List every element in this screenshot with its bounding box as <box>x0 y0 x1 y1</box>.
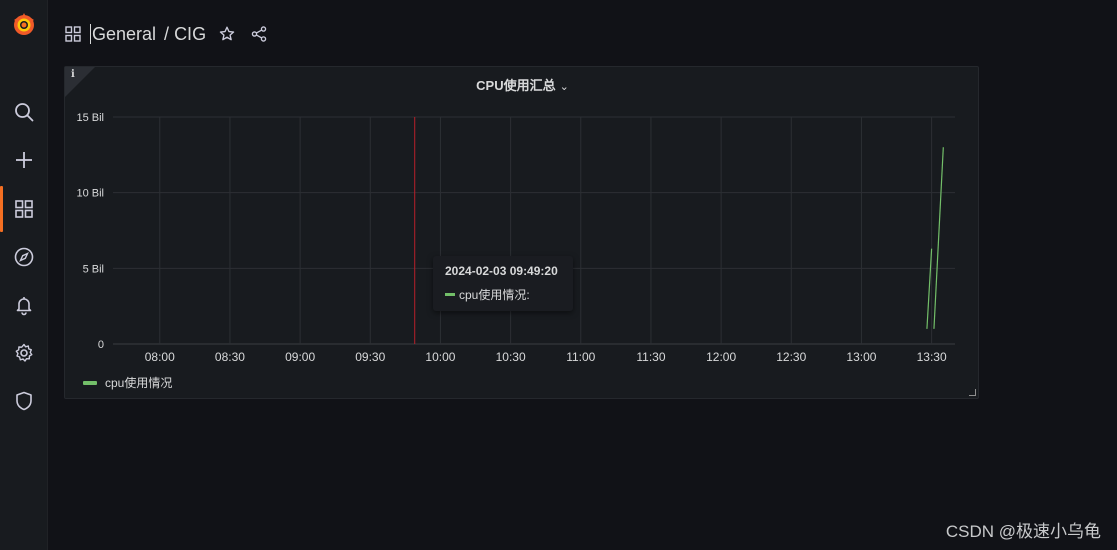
tooltip-row: cpu使用情况: <box>445 286 561 303</box>
x-tick-label: 08:00 <box>145 350 175 364</box>
active-indicator <box>0 186 3 232</box>
dashboards-icon <box>64 25 82 43</box>
y-tick-label: 0 <box>98 339 104 351</box>
grafana-logo-icon[interactable] <box>10 11 38 39</box>
y-tick-label: 10 Bil <box>76 188 104 200</box>
compass-icon[interactable] <box>11 244 37 270</box>
breadcrumb-dashboard[interactable]: CIG <box>174 24 206 45</box>
watermark: CSDN @极速小乌龟 <box>945 522 1101 541</box>
resize-handle[interactable] <box>969 389 976 396</box>
dashboards-icon[interactable] <box>11 196 37 222</box>
x-tick-label: 11:30 <box>636 350 665 364</box>
x-tick-label: 13:00 <box>846 350 876 364</box>
x-tick-label: 11:00 <box>566 350 595 364</box>
y-tick-label: 15 Bil <box>76 112 104 124</box>
breadcrumb: General / CIG <box>64 20 270 48</box>
chart-tooltip: 2024-02-03 09:49:20 cpu使用情况: <box>433 256 573 311</box>
sidebar <box>0 0 48 550</box>
series-line <box>926 248 933 329</box>
x-tick-label: 09:00 <box>285 350 315 364</box>
chart-area[interactable]: 0 5 Bil 10 Bil 15 Bil 08:00 08:30 09:00 09:30 10… <box>65 67 980 367</box>
x-tick-label: 10:30 <box>496 350 526 364</box>
series-line <box>933 147 944 329</box>
graph-panel: i CPU使用汇总 ⌄ 05 Bil 10 Bil 15 Bil 08:00 08:30 0… <box>64 66 979 399</box>
legend-swatch <box>83 380 97 385</box>
x-tick-label: 08:30 <box>215 350 245 364</box>
breadcrumb-separator: / <box>164 23 170 44</box>
x-tick-label: 09:30 <box>355 350 385 364</box>
legend: cpu使用情况 <box>83 374 172 391</box>
breadcrumb-folder[interactable]: General <box>92 24 156 45</box>
tooltip-swatch <box>445 293 455 296</box>
shield-icon[interactable] <box>11 388 37 414</box>
y-tick-label: 5 Bil <box>83 263 104 275</box>
x-tick-label: 12:30 <box>776 350 806 364</box>
search-icon[interactable] <box>11 99 37 125</box>
tooltip-time: 2024-02-03 09:49:20 <box>445 264 558 278</box>
x-tick-label: 12:00 <box>706 350 736 364</box>
legend-item-label[interactable]: cpu使用情况 <box>105 374 172 391</box>
x-tick-label: 10:00 <box>425 350 455 364</box>
gear-icon[interactable] <box>11 340 37 366</box>
star-icon[interactable] <box>216 23 238 45</box>
x-tick-label: 13:30 <box>917 350 947 364</box>
share-icon[interactable] <box>248 23 270 45</box>
plus-icon[interactable] <box>11 147 37 173</box>
bell-icon[interactable] <box>11 292 37 318</box>
text-cursor <box>90 24 91 44</box>
tooltip-series-label: cpu使用情况: <box>459 288 530 302</box>
